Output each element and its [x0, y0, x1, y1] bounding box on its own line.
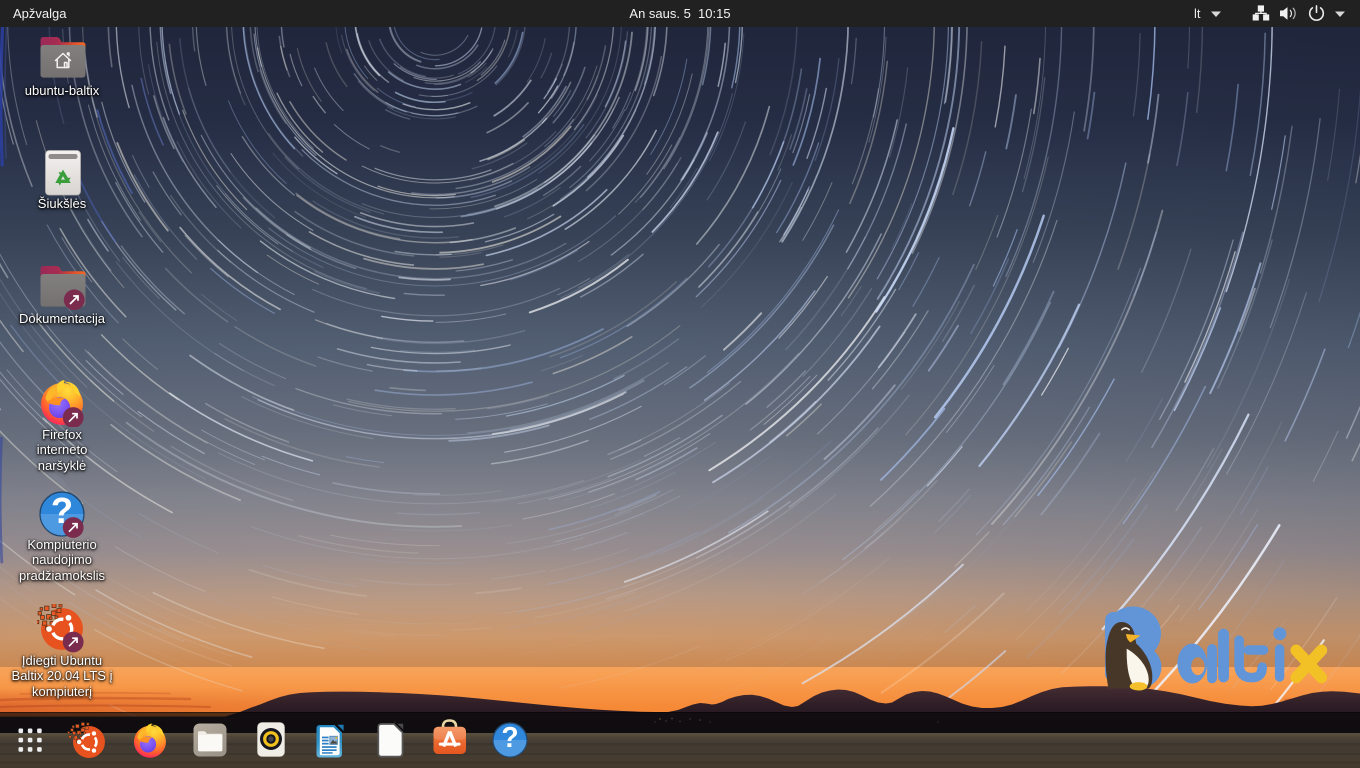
svg-text:?: ?: [501, 721, 518, 753]
svg-text:lt: lt: [1194, 6, 1201, 21]
